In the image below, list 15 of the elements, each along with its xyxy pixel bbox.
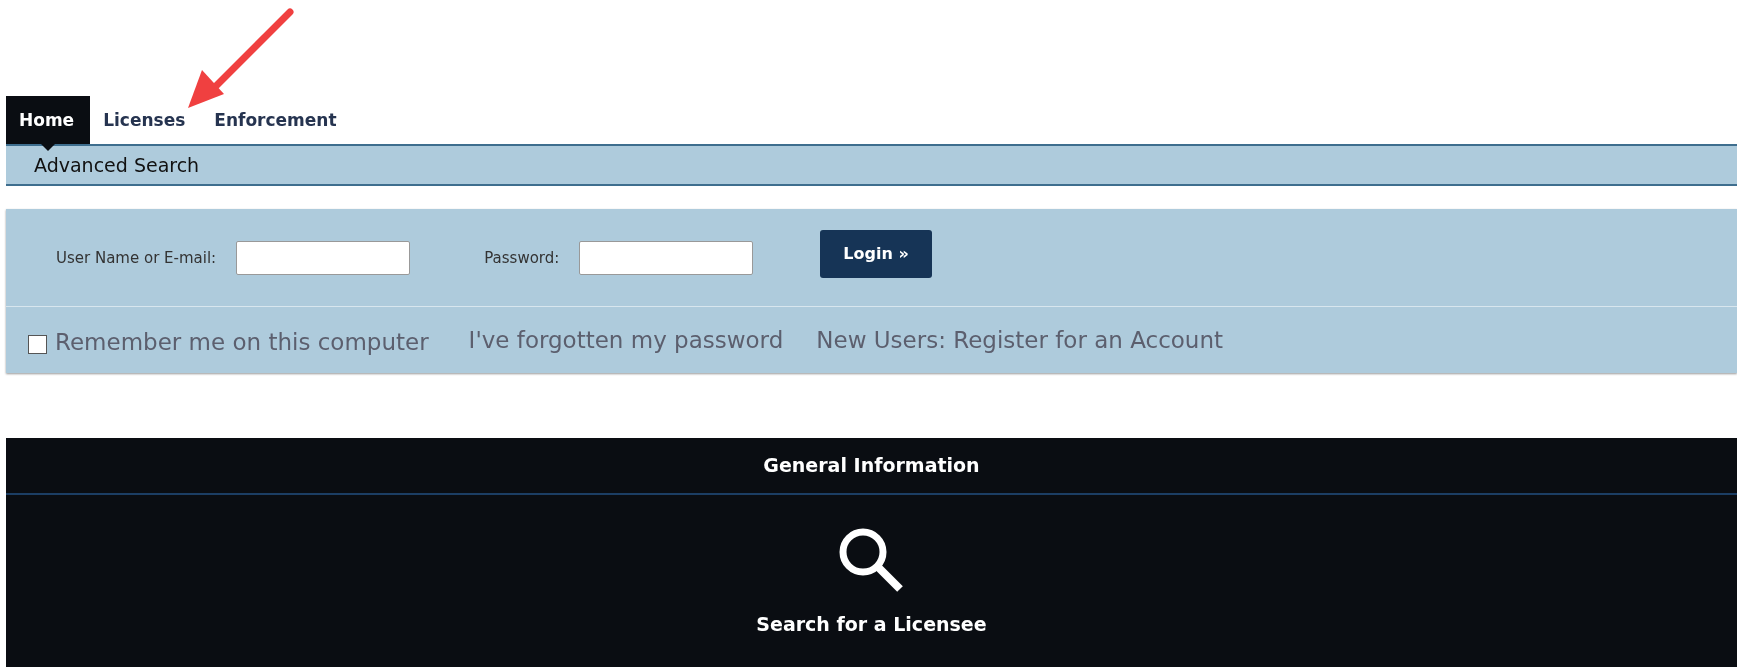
nav-tab[interactable]: Licenses (90, 96, 202, 144)
subnav-link[interactable]: Advanced Search (34, 154, 200, 176)
field-label: User Name or E-mail: (56, 248, 217, 267)
field-label: Password: (484, 248, 560, 267)
nav-tab[interactable]: Home (6, 96, 91, 144)
panel-title: General Information (6, 438, 1737, 495)
search-link[interactable]: Search for a Licensee (756, 613, 987, 635)
checkbox[interactable] (28, 334, 47, 354)
login-button[interactable]: Login » (820, 229, 932, 278)
link[interactable]: New Users: Register for an Account (816, 327, 1223, 353)
password-field[interactable] (579, 240, 754, 275)
checkbox-label[interactable]: Remember me on this computer (55, 329, 429, 355)
username-field[interactable] (236, 240, 411, 275)
nav-tab[interactable]: Enforcement (201, 96, 353, 144)
link[interactable]: I've forgotten my password (468, 327, 784, 353)
